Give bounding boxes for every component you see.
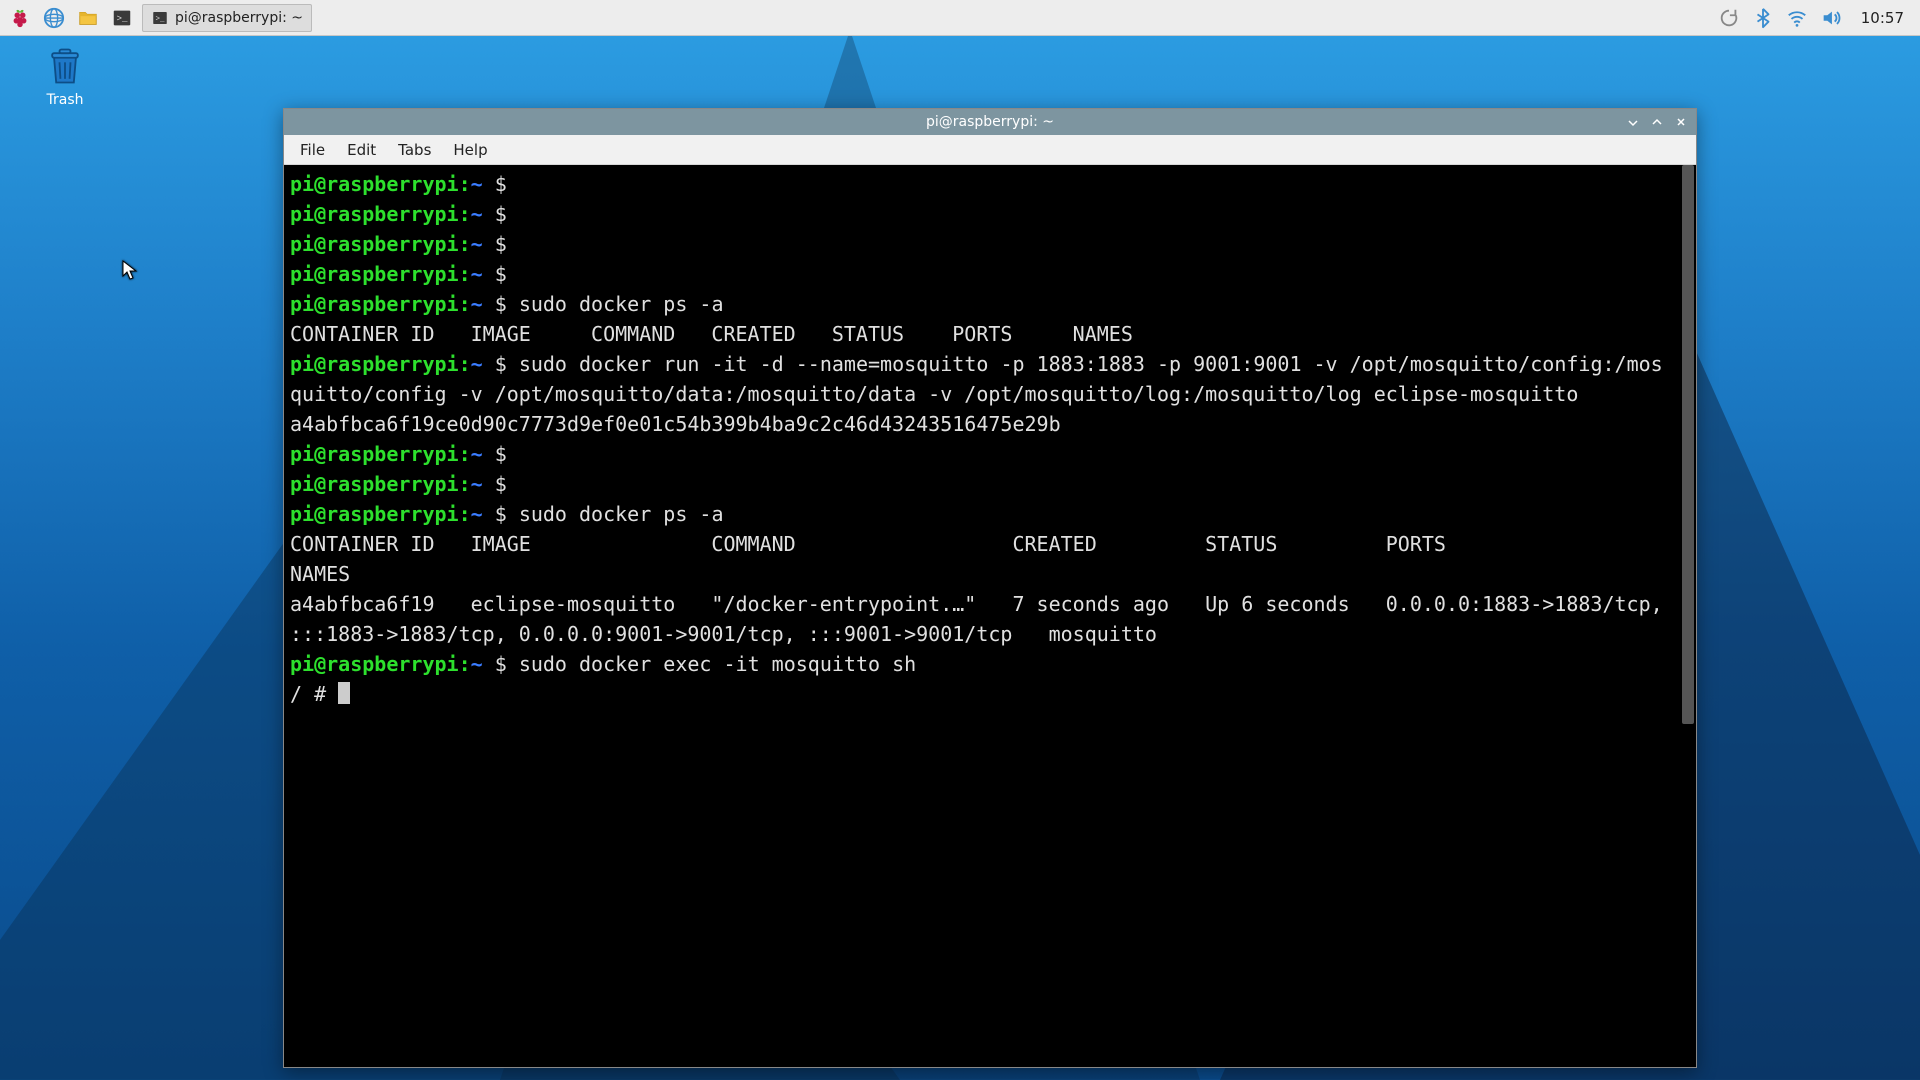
updates-icon[interactable] <box>1715 4 1743 32</box>
window-titlebar[interactable]: pi@raspberrypi: ~ <box>284 109 1696 135</box>
trash-icon <box>43 44 87 88</box>
window-minimize-button[interactable] <box>1622 112 1644 132</box>
svg-text:>_: >_ <box>117 12 128 23</box>
bluetooth-icon[interactable] <box>1749 4 1777 32</box>
menu-tabs[interactable]: Tabs <box>388 138 441 162</box>
menu-help[interactable]: Help <box>443 138 497 162</box>
terminal-scrollbar[interactable] <box>1680 165 1696 1067</box>
mouse-cursor-icon <box>122 260 138 282</box>
raspberry-menu-icon[interactable] <box>6 4 34 32</box>
taskbar: >_ >_ pi@raspberrypi: ~ 10:57 <box>0 0 1920 36</box>
terminal-menubar: File Edit Tabs Help <box>284 135 1696 165</box>
taskbar-active-window-label: pi@raspberrypi: ~ <box>175 10 303 26</box>
window-title: pi@raspberrypi: ~ <box>926 114 1054 130</box>
taskbar-clock[interactable]: 10:57 <box>1851 9 1914 27</box>
web-browser-icon[interactable] <box>40 4 68 32</box>
taskbar-active-window[interactable]: >_ pi@raspberrypi: ~ <box>142 4 312 32</box>
svg-text:>_: >_ <box>156 15 166 23</box>
file-manager-icon[interactable] <box>74 4 102 32</box>
desktop-trash[interactable]: Trash <box>20 44 110 108</box>
terminal-window: pi@raspberrypi: ~ File Edit Tabs Help pi… <box>283 108 1697 1068</box>
volume-icon[interactable] <box>1817 4 1845 32</box>
menu-file[interactable]: File <box>290 138 335 162</box>
terminal-launcher-icon[interactable]: >_ <box>108 4 136 32</box>
window-close-button[interactable] <box>1670 112 1692 132</box>
menu-edit[interactable]: Edit <box>337 138 386 162</box>
terminal-scrollbar-thumb[interactable] <box>1682 165 1694 724</box>
desktop-trash-label: Trash <box>20 92 110 108</box>
wifi-icon[interactable] <box>1783 4 1811 32</box>
terminal-output[interactable]: pi@raspberrypi:~ $ pi@raspberrypi:~ $ pi… <box>284 165 1680 1067</box>
window-maximize-button[interactable] <box>1646 112 1668 132</box>
